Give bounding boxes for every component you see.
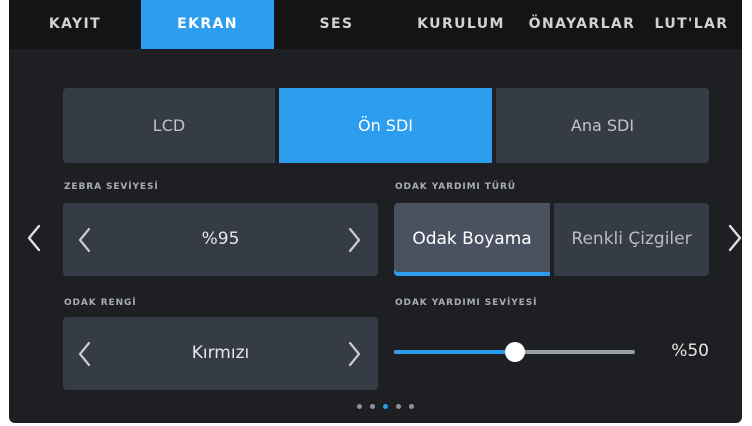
slider-thumb[interactable] xyxy=(505,342,525,362)
chevron-right-icon[interactable] xyxy=(348,341,362,367)
colored-lines-button[interactable]: Renkli Çizgiler xyxy=(554,203,709,276)
zebra-level-value: %95 xyxy=(201,229,240,249)
focus-assist-level-label: ODAK YARDIMI SEVİYESİ xyxy=(395,298,538,308)
zebra-level-label: ZEBRA SEVİYESİ xyxy=(64,182,159,192)
page-indicator xyxy=(349,404,425,410)
page-dot xyxy=(357,404,362,409)
output-lcd-button[interactable]: LCD xyxy=(63,88,275,163)
focus-color-label: ODAK RENGİ xyxy=(64,298,137,308)
tab-lutlar[interactable]: LUT'LAR xyxy=(641,0,742,49)
slider-fill xyxy=(394,350,515,354)
focus-assist-level-value: %50 xyxy=(671,341,709,361)
output-front-sdi-button[interactable]: Ön SDI xyxy=(279,88,492,163)
page-dot xyxy=(383,404,388,409)
chevron-right-icon[interactable] xyxy=(348,227,362,253)
tab-kurulum[interactable]: KURULUM xyxy=(399,0,523,49)
page-dot xyxy=(370,404,375,409)
focus-color-stepper: Kırmızı xyxy=(63,317,378,390)
chevron-right-icon[interactable] xyxy=(727,224,742,252)
page-dot xyxy=(409,404,414,409)
focus-assist-level-slider[interactable] xyxy=(394,342,635,362)
focus-assist-type-label: ODAK YARDIMI TÜRÜ xyxy=(395,182,516,192)
output-main-sdi-button[interactable]: Ana SDI xyxy=(496,88,709,163)
focus-color-value: Kırmızı xyxy=(191,343,250,363)
zebra-level-stepper: %95 xyxy=(63,203,378,276)
focus-peaking-button[interactable]: Odak Boyama xyxy=(394,203,550,276)
tab-ses[interactable]: SES xyxy=(274,0,399,49)
page-dot xyxy=(396,404,401,409)
tab-kayit[interactable]: KAYIT xyxy=(9,0,141,49)
tab-bar: KAYIT EKRAN SES KURULUM ÖNAYARLAR LUT'LA… xyxy=(9,0,742,49)
tab-ekran[interactable]: EKRAN xyxy=(141,0,274,49)
chevron-left-icon[interactable] xyxy=(26,224,42,252)
tab-onayarlar[interactable]: ÖNAYARLAR xyxy=(523,0,641,49)
camera-menu-screen: KAYIT EKRAN SES KURULUM ÖNAYARLAR LUT'LA… xyxy=(9,0,742,423)
